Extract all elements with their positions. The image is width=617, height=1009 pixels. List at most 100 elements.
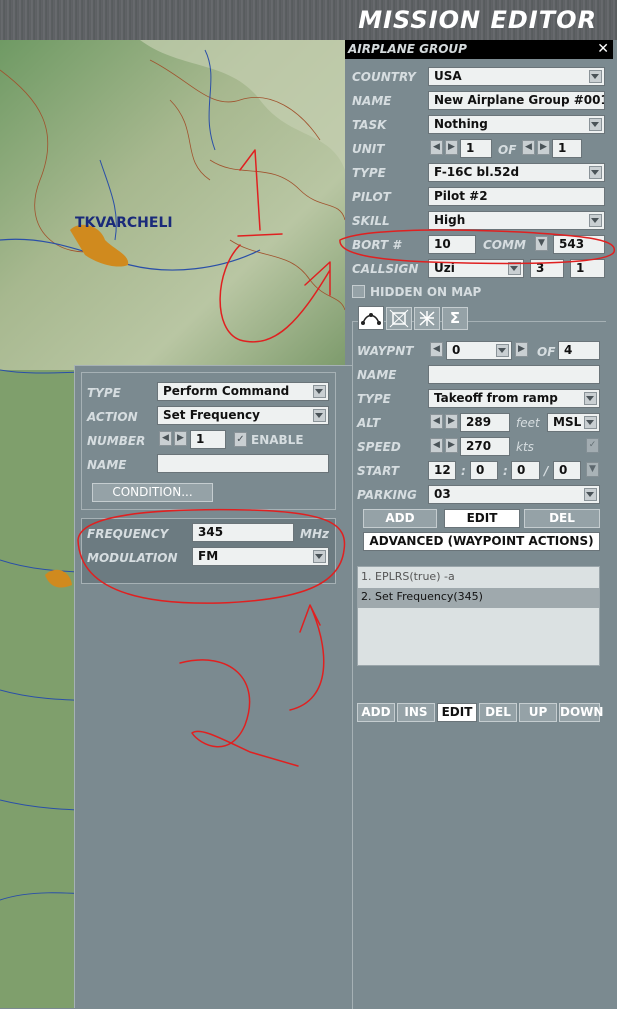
waypnt-label: WAYPNT — [357, 344, 414, 358]
alt-ref-select[interactable]: MSL — [547, 413, 600, 432]
speed-prev-button[interactable]: ◀ — [430, 438, 443, 453]
unit-total-value[interactable]: 1 — [552, 139, 582, 158]
actions-list[interactable]: 1. EPLRS(true) -a 2. Set Frequency(345) — [357, 566, 600, 666]
aircraft-type-select[interactable]: F-16C bl.52d — [428, 163, 605, 182]
country-select[interactable]: USA — [428, 67, 605, 86]
unit-total-prev-button[interactable]: ◀ — [522, 140, 535, 155]
tab-summary[interactable]: Σ — [442, 307, 468, 330]
action-value: Set Frequency — [163, 408, 260, 422]
waypoint-add-button[interactable]: ADD — [363, 509, 437, 528]
waypoint-edit-button[interactable]: EDIT — [444, 509, 520, 528]
speed-input[interactable]: 270 — [460, 437, 510, 456]
list-item[interactable]: 2. Set Frequency(345) — [358, 588, 599, 608]
comm-dropdown-button[interactable]: ▼ — [535, 236, 548, 251]
enable-checkbox[interactable]: ✓ — [234, 432, 247, 447]
parking-select[interactable]: 03 — [428, 485, 600, 504]
start-minute-input[interactable]: 0 — [470, 461, 498, 480]
unit-next-button[interactable]: ▶ — [445, 140, 458, 155]
unit-total-next-button[interactable]: ▶ — [537, 140, 550, 155]
waypnt-select[interactable]: 0 — [446, 341, 512, 360]
frequency-input[interactable]: 345 — [192, 523, 294, 542]
unit-prev-button[interactable]: ◀ — [430, 140, 443, 155]
alt-next-button[interactable]: ▶ — [445, 414, 458, 429]
waypoint-name-input[interactable] — [428, 365, 600, 384]
alt-input[interactable]: 289 — [460, 413, 510, 432]
alt-prev-button[interactable]: ◀ — [430, 414, 443, 429]
parking-value: 03 — [434, 487, 451, 501]
chevron-down-icon — [591, 74, 599, 79]
chevron-down-icon — [591, 170, 599, 175]
advanced-waypoint-actions-button[interactable]: ADVANCED (WAYPOINT ACTIONS) — [363, 532, 600, 551]
bort-input[interactable]: 10 — [428, 235, 476, 254]
action-type-label: TYPE — [87, 386, 121, 400]
tab-target[interactable] — [386, 307, 412, 330]
number-prev-button[interactable]: ◀ — [159, 431, 172, 446]
action-type-value: Perform Command — [163, 384, 290, 398]
tab-payload[interactable] — [414, 307, 440, 330]
task-value: Nothing — [434, 117, 488, 131]
waypnt-prev-button[interactable]: ◀ — [430, 342, 443, 357]
waypoint-type-select[interactable]: Takeoff from ramp — [428, 389, 600, 408]
close-icon[interactable]: ✕ — [597, 41, 609, 57]
action-up-button[interactable]: UP — [519, 703, 557, 722]
chevron-down-icon — [591, 122, 599, 127]
action-name-label: NAME — [87, 458, 127, 472]
action-label: ACTION — [87, 410, 138, 424]
waypoint-del-button[interactable]: DEL — [524, 509, 600, 528]
alt-unit-label: feet — [516, 416, 540, 430]
action-select[interactable]: Set Frequency — [157, 406, 329, 425]
start-sep-3: / — [544, 464, 549, 478]
bort-label: BORT # — [352, 238, 401, 252]
number-input[interactable]: 1 — [190, 430, 226, 449]
chevron-down-icon — [586, 420, 594, 425]
pilot-input[interactable]: Pilot #2 — [428, 187, 605, 206]
group-panel-title: AIRPLANE GROUP — [348, 42, 467, 56]
list-item[interactable]: 1. EPLRS(true) -a — [358, 569, 599, 589]
modulation-select[interactable]: FM — [192, 547, 329, 566]
action-insert-button[interactable]: INS — [397, 703, 435, 722]
task-select[interactable]: Nothing — [428, 115, 605, 134]
action-add-button[interactable]: ADD — [357, 703, 395, 722]
unit-label: UNIT — [352, 142, 385, 156]
summary-icon: Σ — [449, 309, 461, 327]
callsign-num2-input[interactable]: 1 — [570, 259, 605, 278]
chevron-down-icon — [510, 266, 518, 271]
map-city-label: TKVARCHELI — [75, 215, 173, 231]
unit-value[interactable]: 1 — [460, 139, 492, 158]
speed-next-button[interactable]: ▶ — [445, 438, 458, 453]
start-day-input[interactable]: 0 — [553, 461, 581, 480]
action-name-input[interactable] — [157, 454, 329, 473]
start-sep-2: : — [503, 464, 508, 478]
waypnt-next-button[interactable]: ▶ — [515, 342, 528, 357]
hidden-on-map-checkbox[interactable] — [352, 285, 365, 298]
unit-of-label: OF — [498, 143, 517, 157]
waypoint-name-label: NAME — [357, 368, 397, 382]
waypoint-type-value: Takeoff from ramp — [434, 391, 558, 405]
waypnt-of-label: OF — [537, 345, 556, 359]
tab-route[interactable] — [358, 306, 384, 330]
group-name-label: NAME — [352, 94, 392, 108]
action-edit-button[interactable]: EDIT — [437, 703, 477, 722]
action-type-select[interactable]: Perform Command — [157, 382, 329, 401]
group-name-input[interactable]: New Airplane Group #001 — [428, 91, 605, 110]
speed-lock-checkbox[interactable]: ✓ — [586, 438, 599, 453]
callsign-num1-input[interactable]: 3 — [530, 259, 564, 278]
skill-select[interactable]: High — [428, 211, 605, 230]
title-bar: MISSION EDITOR — [0, 0, 617, 40]
comm-input[interactable]: 543 — [553, 235, 605, 254]
action-down-button[interactable]: DOWN — [559, 703, 603, 722]
speed-label: SPEED — [357, 440, 401, 454]
start-second-input[interactable]: 0 — [511, 461, 540, 480]
number-next-button[interactable]: ▶ — [174, 431, 187, 446]
alt-ref-value: MSL — [553, 415, 582, 429]
app-title: MISSION EDITOR — [358, 6, 597, 34]
condition-button[interactable]: CONDITION... — [92, 483, 213, 502]
waypnt-value: 0 — [452, 343, 461, 357]
start-hour-input[interactable]: 12 — [428, 461, 456, 480]
action-del-button[interactable]: DEL — [479, 703, 517, 722]
callsign-select[interactable]: Uzi — [428, 259, 524, 278]
start-dropdown-button[interactable]: ▼ — [586, 462, 599, 477]
callsign-value: Uzi — [434, 261, 455, 275]
target-icon — [389, 309, 409, 328]
task-label: TASK — [352, 118, 387, 132]
